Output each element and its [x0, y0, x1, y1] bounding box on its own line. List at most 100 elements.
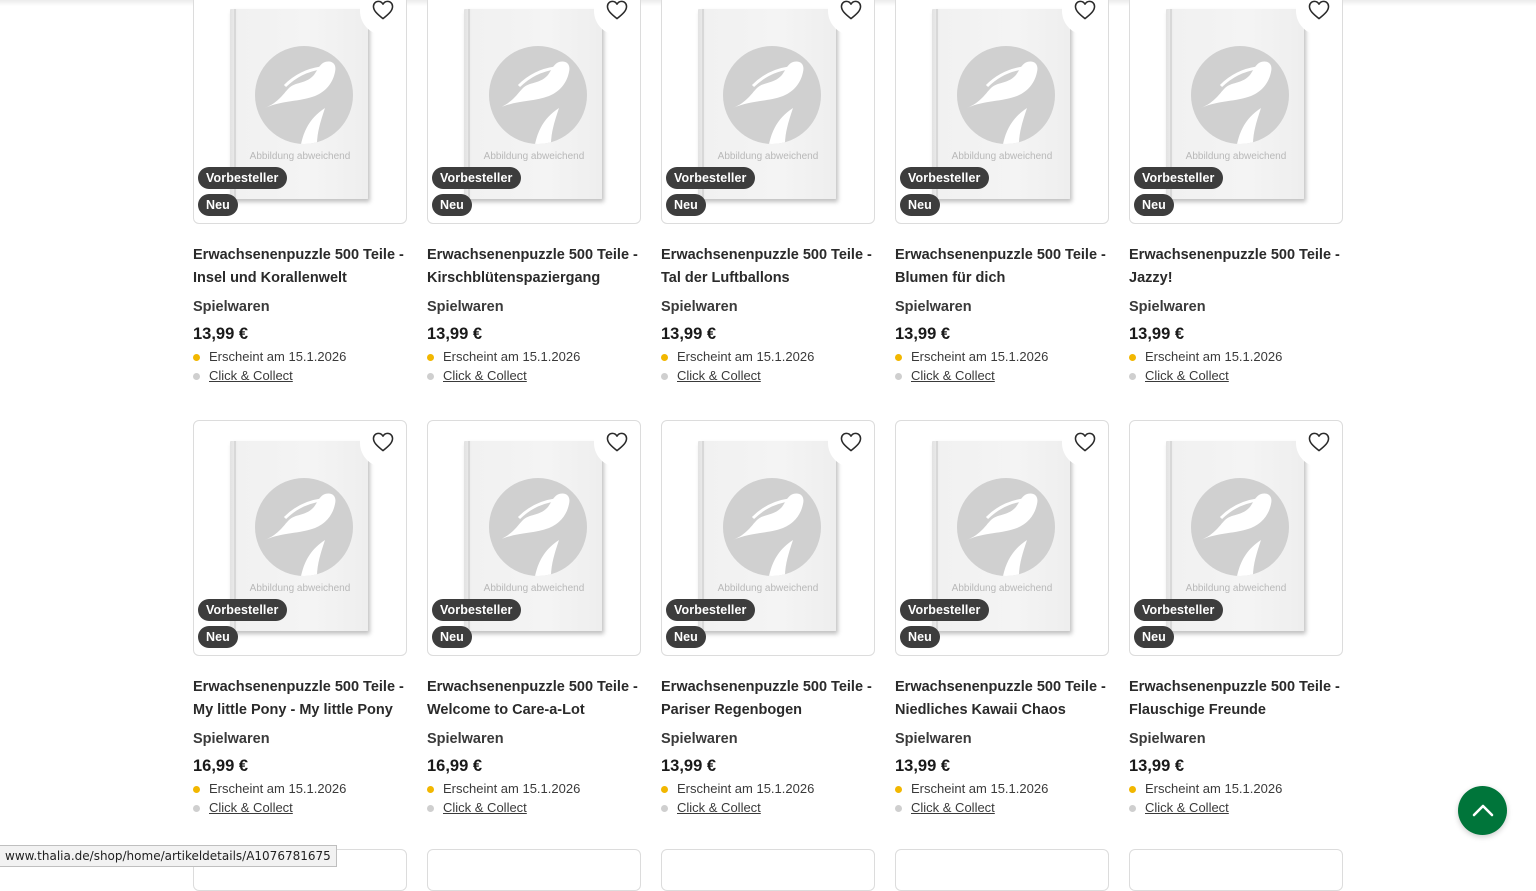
availability-text: Erscheint am 15.1.2026: [1145, 781, 1283, 796]
product-image[interactable]: Abbildung abweichend Vorbesteller Neu: [661, 0, 875, 224]
product-image[interactable]: Abbildung abweichend Vorbesteller Neu: [1129, 420, 1343, 656]
product-title-line[interactable]: Erwachsenenpuzzle 500 Teile -: [1129, 244, 1343, 267]
product-card-partial[interactable]: [895, 849, 1109, 891]
product-title-line[interactable]: Tal der Luftballons: [661, 267, 875, 290]
product-title[interactable]: Erwachsenenpuzzle 500 Teile - Blumen für …: [895, 244, 1109, 289]
product-card[interactable]: Abbildung abweichend Vorbesteller Neu Erwac…: [661, 420, 875, 817]
product-card[interactable]: Abbildung abweichend Vorbesteller Neu Erwac…: [427, 420, 641, 817]
product-title-line[interactable]: Erwachsenenpuzzle 500 Teile -: [1129, 676, 1343, 699]
status-dot-icon: [193, 353, 200, 361]
product-title-line[interactable]: Blumen für dich: [895, 267, 1109, 290]
click-collect-link[interactable]: Click & Collect: [443, 799, 527, 817]
new-badge: Neu: [432, 194, 472, 216]
wishlist-button[interactable]: [594, 421, 640, 467]
product-image[interactable]: Abbildung abweichend Vorbesteller Neu: [1129, 0, 1343, 224]
product-title-line[interactable]: Erwachsenenpuzzle 500 Teile -: [193, 676, 407, 699]
product-image[interactable]: Abbildung abweichend Vorbesteller Neu: [427, 420, 641, 656]
heart-outline-icon: [372, 432, 394, 457]
availability-info: Erscheint am 15.1.2026: [895, 780, 1109, 798]
product-image[interactable]: Abbildung abweichend Vorbesteller Neu: [193, 0, 407, 224]
product-title[interactable]: Erwachsenenpuzzle 500 Teile - Tal der Luf…: [661, 244, 875, 289]
click-collect-link[interactable]: Click & Collect: [677, 367, 761, 385]
product-title[interactable]: Erwachsenenpuzzle 500 Teile - My little P…: [193, 676, 407, 721]
product-title[interactable]: Erwachsenenpuzzle 500 Teile - Flauschige …: [1129, 676, 1343, 721]
product-card[interactable]: Abbildung abweichend Vorbesteller Neu Erwac…: [895, 420, 1109, 817]
product-title[interactable]: Erwachsenenpuzzle 500 Teile - Insel und K…: [193, 244, 407, 289]
status-dot-icon: [193, 785, 200, 793]
product-card-partial[interactable]: [661, 849, 875, 891]
product-title-line[interactable]: My little Pony - My little Pony: [193, 699, 407, 722]
status-dot-icon: [661, 804, 668, 812]
product-title[interactable]: Erwachsenenpuzzle 500 Teile - Kirschblüte…: [427, 244, 641, 289]
product-title-line[interactable]: Welcome to Care-a-Lot: [427, 699, 641, 722]
availability-text: Erscheint am 15.1.2026: [443, 349, 581, 364]
product-image[interactable]: Abbildung abweichend Vorbesteller Neu: [661, 420, 875, 656]
wishlist-button[interactable]: [828, 421, 874, 467]
product-card[interactable]: Abbildung abweichend Vorbesteller Neu Erwac…: [1129, 0, 1343, 385]
product-title-line[interactable]: Erwachsenenpuzzle 500 Teile -: [427, 244, 641, 267]
product-title-line[interactable]: Erwachsenenpuzzle 500 Teile -: [895, 676, 1109, 699]
click-collect-link[interactable]: Click & Collect: [209, 799, 293, 817]
placeholder-caption: Abbildung abweichend: [951, 151, 1053, 162]
product-title[interactable]: Erwachsenenpuzzle 500 Teile - Pariser Reg…: [661, 676, 875, 721]
click-collect-link[interactable]: Click & Collect: [911, 799, 995, 817]
heart-outline-icon: [1074, 432, 1096, 457]
product-card[interactable]: Abbildung abweichend Vorbesteller Neu Erwac…: [895, 0, 1109, 385]
product-title-line[interactable]: Kirschblütenspaziergang: [427, 267, 641, 290]
product-card-partial[interactable]: [427, 849, 641, 891]
click-collect-link[interactable]: Click & Collect: [1145, 367, 1229, 385]
placeholder-caption: Abbildung abweichend: [483, 151, 585, 162]
click-collect-link[interactable]: Click & Collect: [911, 367, 995, 385]
product-image[interactable]: Abbildung abweichend Vorbesteller Neu: [193, 420, 407, 656]
product-title-line[interactable]: Erwachsenenpuzzle 500 Teile -: [895, 244, 1109, 267]
click-collect-link[interactable]: Click & Collect: [209, 367, 293, 385]
product-row: Abbildung abweichend Vorbesteller Neu Erwac…: [193, 0, 1343, 420]
thalia-logo-icon: [957, 46, 1055, 144]
product-title-line[interactable]: Flauschige Freunde: [1129, 699, 1343, 722]
product-image[interactable]: Abbildung abweichend Vorbesteller Neu: [895, 0, 1109, 224]
product-title[interactable]: Erwachsenenpuzzle 500 Teile - Niedliches …: [895, 676, 1109, 721]
product-price: 13,99 €: [1129, 757, 1185, 775]
product-card[interactable]: Abbildung abweichend Vorbesteller Neu Erwac…: [193, 0, 407, 385]
click-collect-link[interactable]: Click & Collect: [443, 367, 527, 385]
click-collect-info: Click & Collect: [661, 799, 875, 817]
product-title-line[interactable]: Jazzy!: [1129, 267, 1343, 290]
product-title[interactable]: Erwachsenenpuzzle 500 Teile - Welcome to …: [427, 676, 641, 721]
placeholder-caption: Abbildung abweichend: [717, 151, 819, 162]
click-collect-link[interactable]: Click & Collect: [1145, 799, 1229, 817]
product-title-line[interactable]: Insel und Korallenwelt: [193, 267, 407, 290]
availability-text: Erscheint am 15.1.2026: [911, 781, 1049, 796]
status-dot-icon: [193, 804, 200, 812]
preorder-badge: Vorbesteller: [1134, 599, 1223, 621]
product-card[interactable]: Abbildung abweichend Vorbesteller Neu Erwac…: [661, 0, 875, 385]
product-category: Spielwaren: [427, 299, 504, 315]
new-badge: Neu: [198, 194, 238, 216]
product-title-line[interactable]: Pariser Regenbogen: [661, 699, 875, 722]
product-title-line[interactable]: Erwachsenenpuzzle 500 Teile -: [193, 244, 407, 267]
product-title-line[interactable]: Erwachsenenpuzzle 500 Teile -: [661, 244, 875, 267]
availability-info: Erscheint am 15.1.2026: [1129, 780, 1343, 798]
preorder-badge: Vorbesteller: [198, 599, 287, 621]
product-card[interactable]: Abbildung abweichend Vorbesteller Neu Erwac…: [1129, 420, 1343, 817]
availability-text: Erscheint am 15.1.2026: [209, 781, 347, 796]
product-image[interactable]: Abbildung abweichend Vorbesteller Neu: [427, 0, 641, 224]
heart-outline-icon: [1308, 432, 1330, 457]
product-title-line[interactable]: Erwachsenenpuzzle 500 Teile -: [427, 676, 641, 699]
product-card[interactable]: Abbildung abweichend Vorbesteller Neu Erwac…: [427, 0, 641, 385]
product-image[interactable]: Abbildung abweichend Vorbesteller Neu: [895, 420, 1109, 656]
new-badge: Neu: [1134, 626, 1174, 648]
wishlist-button[interactable]: [1062, 421, 1108, 467]
product-title[interactable]: Erwachsenenpuzzle 500 Teile - Jazzy!: [1129, 244, 1343, 289]
product-title-line[interactable]: Niedliches Kawaii Chaos: [895, 699, 1109, 722]
new-badge: Neu: [666, 194, 706, 216]
wishlist-button[interactable]: [360, 421, 406, 467]
wishlist-button[interactable]: [1296, 421, 1342, 467]
product-title-line[interactable]: Erwachsenenpuzzle 500 Teile -: [661, 676, 875, 699]
click-collect-link[interactable]: Click & Collect: [677, 799, 761, 817]
product-card[interactable]: Abbildung abweichend Vorbesteller Neu Erwac…: [193, 420, 407, 817]
scroll-to-top-button[interactable]: [1458, 786, 1507, 835]
thalia-logo-icon: [723, 46, 821, 144]
click-collect-info: Click & Collect: [193, 367, 407, 385]
product-card-partial[interactable]: [1129, 849, 1343, 891]
product-category: Spielwaren: [1129, 299, 1206, 315]
